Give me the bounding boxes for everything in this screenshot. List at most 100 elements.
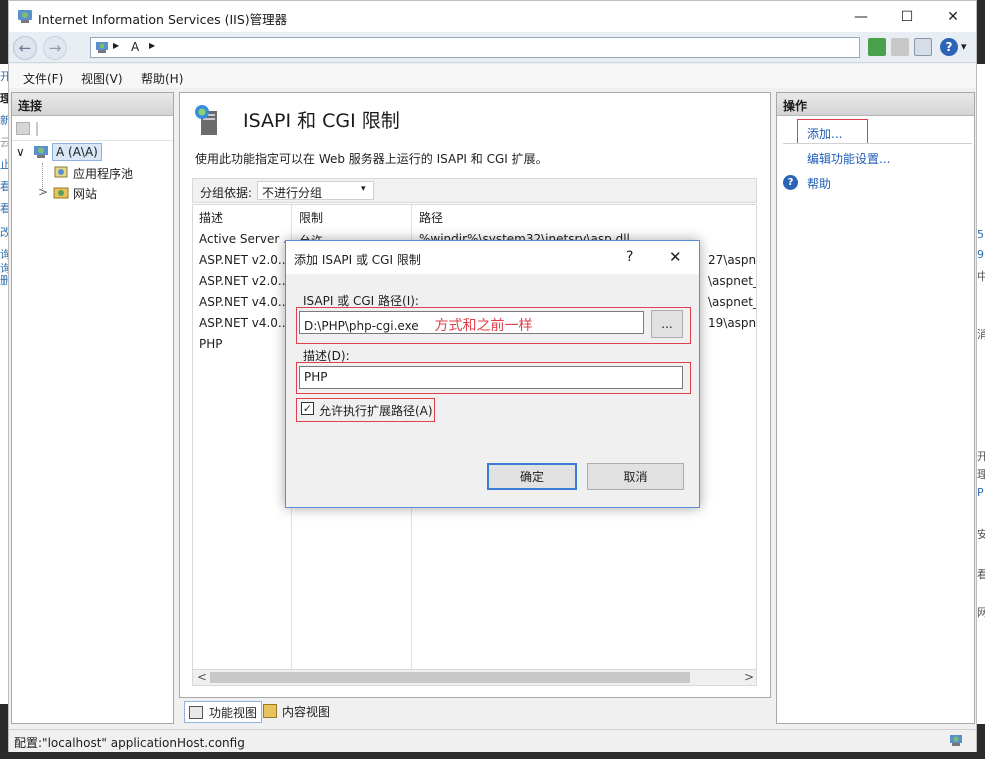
refresh-icon[interactable] — [868, 38, 886, 56]
menu-help[interactable]: 帮助(H) — [141, 70, 183, 87]
actions-divider — [783, 143, 972, 144]
column-header-path[interactable]: 路径 — [419, 209, 443, 226]
table-row-desc[interactable]: ASP.NET v4.0.... — [199, 295, 291, 309]
ok-button[interactable]: 确定 — [487, 463, 577, 490]
bg-char: 理 — [977, 468, 985, 481]
table-row-desc[interactable]: PHP — [199, 337, 291, 351]
bg-char: 网 — [977, 606, 985, 619]
scroll-left-icon[interactable]: < — [197, 670, 207, 684]
tree-item-server[interactable]: A (A\A) — [52, 143, 102, 161]
group-by-label: 分组依据: — [200, 186, 253, 200]
connections-header: 连接 — [12, 93, 173, 116]
sites-folder-icon — [53, 187, 69, 199]
feature-description: 使用此功能指定可以在 Web 服务器上运行的 ISAPI 和 CGI 扩展。 — [195, 152, 548, 166]
table-row-desc[interactable]: ASP.NET v4.0.... — [199, 316, 291, 330]
help-icon[interactable]: ? — [940, 38, 958, 56]
scrollbar-thumb[interactable] — [210, 672, 690, 683]
action-help[interactable]: 帮助 — [807, 175, 831, 192]
minimize-button[interactable]: — — [838, 1, 884, 32]
tab-features-view[interactable]: 功能视图 — [184, 701, 263, 723]
bg-char: 9 — [977, 248, 984, 261]
dialog-help-button[interactable]: ? — [626, 249, 633, 265]
tree-sites-expander[interactable]: > — [38, 185, 48, 199]
chevron-right-icon: ▶ — [113, 41, 120, 50]
allow-extension-label[interactable]: 允许执行扩展路径(A) — [319, 402, 433, 419]
table-row-path[interactable]: \aspnet_is — [708, 295, 756, 309]
bg-char: 安 — [977, 528, 985, 541]
group-by-select[interactable]: 不进行分组 ▾ — [257, 181, 374, 200]
menu-bar: 文件(F) 视图(V) 帮助(H) — [9, 64, 976, 88]
connections-toolbar — [12, 117, 173, 141]
status-bar: 配置:"localhost" applicationHost.config — [9, 729, 976, 752]
status-text: 配置:"localhost" applicationHost.config — [14, 736, 245, 750]
features-view-icon — [189, 706, 203, 719]
isapi-cgi-feature-icon — [195, 105, 217, 135]
home-icon[interactable] — [914, 38, 932, 56]
add-isapi-cgi-restriction-dialog: 添加 ISAPI 或 CGI 限制 ? ✕ ISAPI 或 CGI 路径(I):… — [285, 240, 700, 508]
address-node[interactable]: A — [131, 40, 139, 54]
background-window-right: 5 9 中 消 开 理 P 安 看 网 — [977, 64, 985, 724]
chevron-right-icon[interactable]: ▶ — [149, 41, 155, 50]
forward-button[interactable]: → — [43, 36, 67, 60]
maximize-button[interactable]: ☐ — [884, 1, 930, 32]
tree-item-app-pools[interactable]: 应用程序池 — [73, 165, 133, 182]
tree-root-expander[interactable]: ∨ — [16, 145, 25, 159]
menu-file[interactable]: 文件(F) — [23, 70, 63, 87]
app-pool-icon — [54, 166, 68, 178]
cancel-button[interactable]: 取消 — [587, 463, 684, 490]
allow-extension-checkbox[interactable]: ✓ — [301, 402, 314, 415]
view-tabs: 功能视图 内容视图 — [179, 700, 771, 724]
close-button[interactable]: ✕ — [930, 1, 976, 32]
dialog-close-button[interactable]: ✕ — [669, 248, 682, 266]
connections-panel: 连接 ∨ A (A\A) 应用程序池 > 网站 — [11, 92, 174, 724]
bg-char: 开 — [977, 450, 985, 463]
content-view-icon — [263, 704, 277, 718]
sort-ascending-icon: ^ — [236, 204, 245, 212]
path-input-value: D:\PHP\php-cgi.exe — [304, 319, 419, 333]
bg-char: 看 — [977, 568, 985, 581]
horizontal-scrollbar[interactable]: < > — [192, 669, 757, 686]
bg-char: 中 — [977, 270, 985, 283]
navigation-bar: ← → ▶ A ▶ ? ▾ — [9, 32, 976, 63]
bg-char: 5 — [977, 228, 984, 241]
create-connection-icon[interactable] — [16, 122, 30, 135]
address-bar[interactable]: ▶ A ▶ — [90, 37, 860, 58]
description-input[interactable]: PHP — [299, 366, 683, 389]
bg-char: P — [977, 486, 984, 499]
annotation-note: 方式和之前一样 — [434, 318, 533, 334]
feature-title: ISAPI 和 CGI 限制 — [243, 110, 400, 132]
group-by-value: 不进行分组 — [262, 186, 323, 200]
path-input[interactable]: D:\PHP\php-cgi.exe 方式和之前一样 — [299, 311, 644, 334]
table-row-desc[interactable]: ASP.NET v2.0.... — [199, 274, 291, 288]
actions-header: 操作 — [777, 93, 974, 116]
table-row-path[interactable]: 19\aspnet — [708, 316, 756, 330]
table-row-desc[interactable]: ASP.NET v2.0.... — [199, 253, 291, 267]
menu-view[interactable]: 视图(V) — [81, 70, 123, 87]
server-icon — [34, 146, 48, 158]
tab-content-view[interactable]: 内容视图 — [262, 703, 330, 720]
action-add[interactable]: 添加... — [807, 125, 842, 142]
toolbar-separator — [36, 122, 38, 136]
group-by-bar: 分组依据: 不进行分组 ▾ — [192, 178, 757, 203]
dialog-title: 添加 ISAPI 或 CGI 限制 — [294, 253, 421, 267]
help-dropdown-icon[interactable]: ▾ — [961, 40, 967, 53]
iis-app-icon — [18, 10, 32, 23]
table-row-path[interactable]: \aspnet_is — [708, 274, 756, 288]
status-server-icon — [950, 735, 962, 746]
table-row-path[interactable]: 27\aspnet — [708, 253, 756, 267]
tree-item-sites[interactable]: 网站 — [73, 185, 97, 202]
dialog-title-bar: 添加 ISAPI 或 CGI 限制 ? ✕ — [286, 241, 699, 274]
action-edit-feature-settings[interactable]: 编辑功能设置... — [807, 150, 890, 167]
server-icon — [96, 42, 108, 53]
column-header-restriction[interactable]: 限制 — [299, 209, 323, 226]
browse-button[interactable]: ... — [651, 310, 683, 338]
column-header-description[interactable]: 描述 — [199, 209, 223, 226]
bg-char: 消 — [977, 328, 985, 341]
table-row-desc[interactable]: Active Server ... — [199, 232, 291, 246]
help-icon: ? — [783, 175, 798, 190]
scroll-right-icon[interactable]: > — [744, 670, 754, 684]
back-button[interactable]: ← — [13, 36, 37, 60]
title-bar: Internet Information Services (IIS)管理器 —… — [9, 1, 976, 32]
window-title: Internet Information Services (IIS)管理器 — [38, 12, 288, 27]
stop-icon[interactable] — [891, 38, 909, 56]
